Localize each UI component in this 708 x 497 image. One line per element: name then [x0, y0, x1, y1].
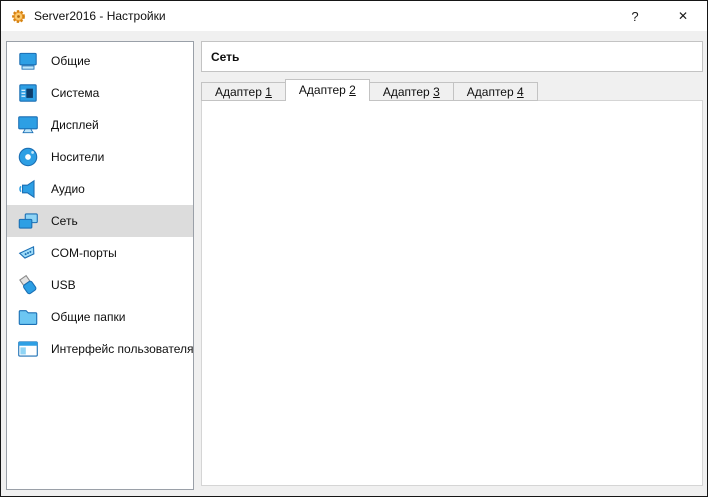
general-icon [19, 52, 37, 70]
sidebar-item-audio[interactable]: Аудио [7, 173, 193, 205]
settings-gear-icon [12, 9, 25, 23]
titlebar: Server2016 - Настройки ? ✕ [1, 1, 707, 31]
close-button[interactable]: ✕ [663, 1, 703, 31]
sidebar-item-label: Общие [51, 54, 91, 68]
sidebar-item-com-ports[interactable]: COM-порты [7, 237, 193, 269]
sidebar-item-general[interactable]: Общие [7, 45, 193, 77]
sidebar-item-label: Интерфейс пользователя [51, 342, 194, 356]
shared-folders-icon [18, 310, 38, 325]
sidebar-item-label: COM-порты [51, 246, 117, 260]
help-button[interactable]: ? [615, 1, 655, 31]
sidebar-item-label: Общие папки [51, 310, 126, 324]
user-interface-icon [18, 341, 38, 357]
tab-adapter-1[interactable]: Адаптер 1 [201, 82, 286, 101]
vm-settings-window: Server2016 - Настройки ? ✕ Общие Система [0, 0, 708, 497]
sidebar-item-label: USB [51, 278, 76, 292]
sidebar-item-label: Носители [51, 150, 105, 164]
storage-icon [18, 147, 38, 167]
adapter-tab-panel [201, 100, 703, 486]
adapter-tabs: Адаптер 1 Адаптер 2 Адаптер 3 Адаптер 4 [201, 79, 538, 101]
com-ports-icon [18, 245, 35, 259]
window-title: Server2016 - Настройки [34, 9, 166, 23]
sidebar-item-label: Дисплей [51, 118, 99, 132]
sidebar-item-usb[interactable]: USB [7, 269, 193, 301]
sidebar-item-system[interactable]: Система [7, 77, 193, 109]
sidebar-item-user-interface[interactable]: Интерфейс пользователя [7, 333, 194, 365]
tab-adapter-4[interactable]: Адаптер 4 [452, 82, 538, 101]
tab-adapter-3[interactable]: Адаптер 3 [368, 82, 454, 101]
sidebar-item-network[interactable]: Сеть [7, 205, 193, 237]
tab-adapter-2[interactable]: Адаптер 2 [284, 79, 370, 101]
audio-icon [19, 179, 35, 199]
section-header: Сеть [201, 41, 703, 72]
usb-icon [19, 274, 37, 295]
network-icon [18, 213, 38, 229]
settings-sidebar: Общие Система Дисплей Носители Аудио Сет… [6, 41, 194, 490]
sidebar-item-storage[interactable]: Носители [7, 141, 193, 173]
section-title: Сеть [211, 49, 240, 64]
sidebar-item-label: Аудио [51, 182, 85, 196]
sidebar-item-label: Система [51, 86, 100, 100]
sidebar-item-label: Сеть [51, 214, 78, 228]
display-icon [18, 116, 38, 134]
sidebar-item-display[interactable]: Дисплей [7, 109, 193, 141]
sidebar-item-shared-folders[interactable]: Общие папки [7, 301, 193, 333]
system-icon [19, 84, 37, 102]
